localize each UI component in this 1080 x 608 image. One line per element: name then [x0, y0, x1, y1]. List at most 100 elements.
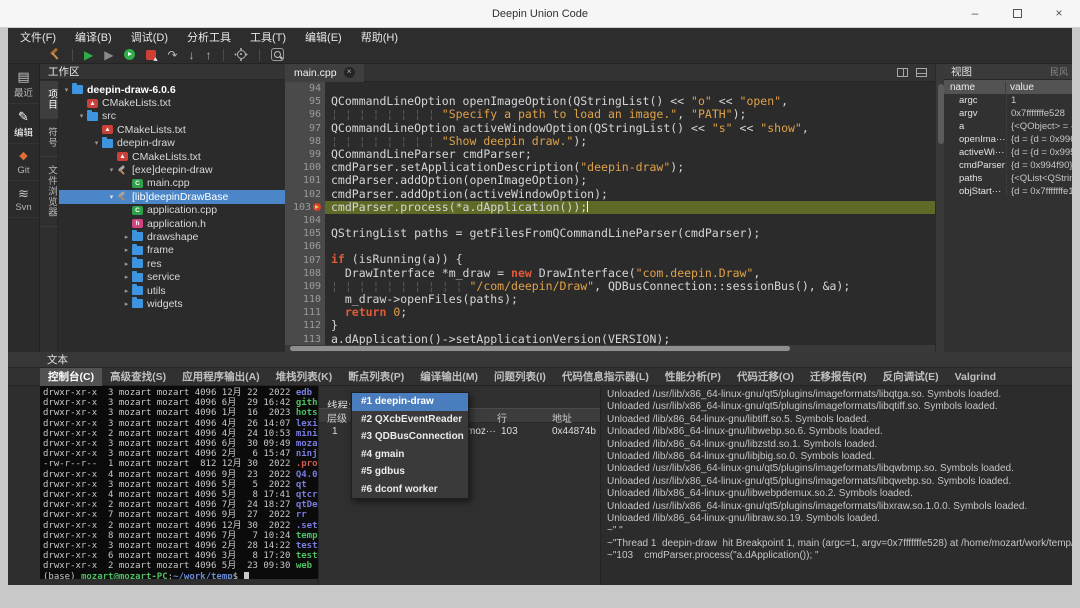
menu-item[interactable]: 分析工具	[187, 29, 231, 45]
line-number[interactable]: 99	[285, 148, 325, 161]
workspace-tab[interactable]: 项目	[40, 81, 58, 119]
maximize-icon[interactable]	[1010, 6, 1024, 20]
editor-tab-main-cpp[interactable]: main.cpp ×	[285, 64, 364, 82]
scrollbar-thumb[interactable]	[290, 346, 790, 351]
bottom-tab[interactable]: 断点列表(P)	[340, 368, 412, 386]
bottom-tab[interactable]: 编译输出(M)	[412, 368, 486, 386]
tree-item[interactable]: ▸drawshape	[59, 230, 285, 243]
variable-row[interactable]: argv0x7fffffffe528	[944, 107, 1072, 120]
thread-dropdown-item[interactable]: #2 QXcbEventReader	[352, 411, 468, 429]
split-horizontal-icon[interactable]	[916, 68, 927, 77]
tree-item[interactable]: ▲CMakeLists.txt	[59, 123, 285, 136]
workspace-tab[interactable]: 符号	[40, 119, 58, 157]
activity-item-svn[interactable]: ≋Svn	[8, 181, 39, 218]
editor-vertical-scrollbar[interactable]	[935, 64, 944, 352]
menu-item[interactable]: 编辑(E)	[305, 29, 342, 45]
run-icon[interactable]: ▶	[84, 49, 93, 61]
variable-row[interactable]: activeWi···{d = {d = 0x995fd0}}	[944, 146, 1072, 159]
bottom-tab[interactable]: 反向调试(E)	[875, 368, 947, 386]
search-icon[interactable]	[271, 48, 284, 61]
bottom-tab[interactable]: 堆栈列表(K)	[268, 368, 341, 386]
thread-dropdown-item[interactable]: #6 dconf worker	[352, 481, 468, 499]
activity-item-recent[interactable]: ▤最近	[8, 64, 39, 104]
variable-row[interactable]: openIma···{d = {d = 0x9960a0}}	[944, 133, 1072, 146]
bottom-tab[interactable]: 性能分析(P)	[657, 368, 729, 386]
run-file-icon[interactable]: ▶	[104, 49, 113, 61]
bottom-tab[interactable]: 高级查找(S)	[102, 368, 174, 386]
tree-item[interactable]: ▾deepin-draw-6.0.6	[59, 83, 285, 96]
editor-horizontal-scrollbar[interactable]	[285, 345, 935, 352]
line-number[interactable]: 94	[285, 82, 325, 95]
line-number[interactable]: 110	[285, 293, 325, 306]
variable-row[interactable]: paths{<QList<QString>> = ···	[944, 172, 1072, 185]
menu-item[interactable]: 编译(B)	[75, 29, 112, 45]
tree-item[interactable]: ▾deepin-draw	[59, 137, 285, 150]
build-hammer-icon[interactable]	[48, 48, 61, 61]
menu-item[interactable]: 工具(T)	[250, 29, 286, 45]
bottom-tab[interactable]: Valgrind	[947, 368, 1004, 386]
line-number[interactable]: 106	[285, 240, 325, 253]
stop-icon[interactable]	[146, 50, 156, 60]
tree-item[interactable]: ▸frame	[59, 244, 285, 257]
project-tree[interactable]: ▾deepin-draw-6.0.6▲CMakeLists.txt▾src▲CM…	[59, 81, 285, 352]
tree-item[interactable]: ▸widgets	[59, 297, 285, 310]
menu-item[interactable]: 帮助(H)	[361, 29, 398, 45]
thread-dropdown-item[interactable]: #5 gdbus	[352, 463, 468, 481]
menu-item[interactable]: 文件(F)	[20, 29, 56, 45]
line-number[interactable]: 103	[285, 201, 325, 214]
thread-dropdown-item[interactable]: #1 deepin-draw	[352, 393, 468, 411]
bottom-tab[interactable]: 控制台(C)	[40, 368, 102, 386]
tree-item[interactable]: happlication.h	[59, 217, 285, 230]
tree-item[interactable]: ▸utils	[59, 284, 285, 297]
thread-dropdown-item[interactable]: #3 QDBusConnection	[352, 428, 468, 446]
line-number[interactable]: 109	[285, 280, 325, 293]
close-icon[interactable]: ×	[1052, 6, 1066, 20]
thread-dropdown-item[interactable]: #4 gmain	[352, 446, 468, 464]
line-number[interactable]: 111	[285, 306, 325, 319]
workspace-tab[interactable]: 文件浏览器	[40, 157, 58, 227]
continue-icon[interactable]	[124, 49, 135, 60]
breakpoint-icon[interactable]	[313, 203, 321, 211]
variables-table[interactable]: argc1argv0x7fffffffe528a{<QObject> = {<N…	[944, 94, 1072, 198]
step-over-icon[interactable]: ↷	[167, 49, 177, 61]
line-number[interactable]: 97	[285, 122, 325, 135]
tree-item[interactable]: ▸service	[59, 270, 285, 283]
bottom-tab[interactable]: 代码信息指示器(L)	[554, 368, 657, 386]
tree-item[interactable]: ▾[lib]deepinDrawBase	[59, 190, 285, 203]
bottom-tab[interactable]: 应用程序输出(A)	[174, 368, 268, 386]
bottom-tab[interactable]: 迁移报告(R)	[802, 368, 875, 386]
line-number[interactable]: 96	[285, 108, 325, 121]
debug-output-log[interactable]: Unloaded /usr/lib/x86_64-linux-gnu/qt5/p…	[600, 386, 1072, 585]
activity-item-edit[interactable]: ✎编辑	[8, 104, 39, 144]
activity-item-git[interactable]: ◆Git	[8, 144, 39, 181]
line-number[interactable]: 113	[285, 333, 325, 345]
line-number[interactable]: 101	[285, 174, 325, 187]
line-number[interactable]: 105	[285, 227, 325, 240]
menu-item[interactable]: 调试(D)	[131, 29, 168, 45]
line-number[interactable]: 102	[285, 188, 325, 201]
line-number[interactable]: 98	[285, 135, 325, 148]
line-number[interactable]: 104	[285, 214, 325, 227]
split-vertical-icon[interactable]	[897, 68, 908, 77]
terminal[interactable]: drwxr-xr-x 3 mozart mozart 4096 12月 22 2…	[40, 386, 318, 579]
variable-row[interactable]: cmdParser{d = 0x994f90}	[944, 159, 1072, 172]
variable-row[interactable]: objStart···{d = 0x7fffffffe1f0, o ···	[944, 185, 1072, 198]
step-into-icon[interactable]: ↓	[189, 49, 195, 61]
tab-close-icon[interactable]: ×	[344, 67, 355, 78]
editor-code-area[interactable]: 9495QCommandLineOption openImageOption(Q…	[285, 82, 935, 345]
variable-row[interactable]: argc1	[944, 94, 1072, 107]
scrollbar-thumb[interactable]	[938, 84, 944, 144]
tree-item[interactable]: ▲CMakeLists.txt	[59, 96, 285, 109]
line-number[interactable]: 107	[285, 253, 325, 266]
code-editor[interactable]: main.cpp × 9495QCommandLineOption openIm…	[285, 64, 935, 352]
tree-item[interactable]: Cmain.cpp	[59, 177, 285, 190]
line-number[interactable]: 100	[285, 161, 325, 174]
tree-item[interactable]: ▾[exe]deepin-draw	[59, 163, 285, 176]
line-number[interactable]: 108	[285, 267, 325, 280]
bottom-tab[interactable]: 代码迁移(O)	[729, 368, 802, 386]
tree-item[interactable]: ▸res	[59, 257, 285, 270]
variable-row[interactable]: a{<QObject> = {<No d···	[944, 120, 1072, 133]
bottom-tab[interactable]: 问题列表(I)	[486, 368, 554, 386]
minimize-icon[interactable]: –	[968, 6, 982, 20]
tree-item[interactable]: Capplication.cpp	[59, 204, 285, 217]
